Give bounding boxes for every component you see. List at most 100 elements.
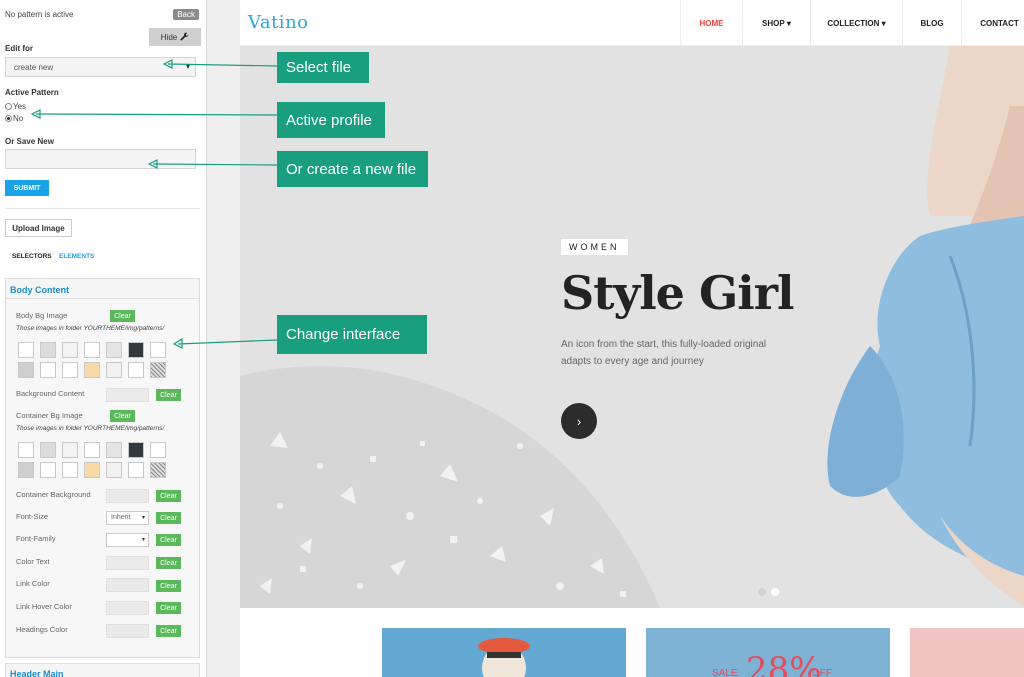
back-button[interactable]: Back <box>173 9 199 20</box>
pattern-swatch[interactable] <box>84 442 100 458</box>
pattern-swatch[interactable] <box>62 442 78 458</box>
site-header: Vatino HOME SHOP ▾ COLLECTION ▾ BLOG CON… <box>240 0 1024 46</box>
hero-category-tag: WOMEN <box>561 239 628 255</box>
font-size-select[interactable]: Inherit ▾ <box>106 511 149 525</box>
pattern-swatch[interactable] <box>40 342 56 358</box>
hero-description: An icon from the start, this fully-loade… <box>561 339 767 367</box>
customizer-panel: No pattern is active Back Hide Edit for … <box>0 0 207 677</box>
save-new-label: Or Save New <box>5 137 54 146</box>
radio-yes[interactable]: Yes <box>5 102 26 111</box>
site-logo[interactable]: Vatino <box>248 12 309 33</box>
pattern-swatch[interactable] <box>150 362 166 378</box>
nav-collection[interactable]: COLLECTION ▾ <box>810 0 902 46</box>
pattern-swatch[interactable] <box>40 462 56 478</box>
color-text-label: Color Text <box>16 557 50 566</box>
promo-card-2[interactable]: SALE 28% OFF <box>646 628 890 677</box>
headings-color-label: Headings Color <box>16 625 68 634</box>
clear-headings-color-button[interactable]: Clear <box>156 625 181 637</box>
promo-card-1[interactable] <box>382 628 626 677</box>
clear-container-bg-button[interactable]: Clear <box>110 410 135 422</box>
clear-bg-content-button[interactable]: Clear <box>156 389 181 401</box>
pattern-swatch[interactable] <box>106 362 122 378</box>
font-size-value: Inherit <box>111 514 131 521</box>
pattern-swatch[interactable] <box>40 362 56 378</box>
clear-body-bg-button[interactable]: Clear <box>110 310 135 322</box>
pattern-swatch[interactable] <box>128 342 144 358</box>
radio-yes-circle[interactable] <box>5 103 12 110</box>
container-background-field[interactable] <box>106 489 149 503</box>
pattern-swatch[interactable] <box>128 462 144 478</box>
save-new-input[interactable] <box>5 149 196 169</box>
chevron-right-icon: › <box>576 413 582 429</box>
header-main-title: Header Main <box>10 669 64 677</box>
container-background-label: Container Background <box>16 490 91 499</box>
clear-font-family-button[interactable]: Clear <box>156 534 181 546</box>
clear-container-background-button[interactable]: Clear <box>156 490 181 502</box>
pattern-swatch[interactable] <box>106 442 122 458</box>
callout-change-interface: Change interface <box>277 315 427 354</box>
pattern-swatch[interactable] <box>62 342 78 358</box>
headings-color-field[interactable] <box>106 624 149 638</box>
caret-down-icon: ▾ <box>784 18 791 28</box>
slider-dot-active[interactable] <box>771 588 779 596</box>
pattern-swatch[interactable] <box>84 342 100 358</box>
link-hover-color-field[interactable] <box>106 601 149 615</box>
nav-contact[interactable]: CONTACT <box>961 0 1024 46</box>
upload-image-button[interactable]: Upload Image <box>5 219 72 237</box>
clear-link-color-button[interactable]: Clear <box>156 580 181 592</box>
pattern-swatch[interactable] <box>84 362 100 378</box>
promo-card-3[interactable] <box>910 628 1024 677</box>
submit-button[interactable]: SUBMIT <box>5 180 49 196</box>
font-family-label: Font-Family <box>16 534 56 543</box>
pattern-swatch[interactable] <box>150 342 166 358</box>
nav-blog[interactable]: BLOG <box>902 0 961 46</box>
pattern-swatch[interactable] <box>128 442 144 458</box>
tab-selectors[interactable]: SELECTORS <box>12 253 52 260</box>
container-patterns-note: Those images in folder YOURTHEME/img/pat… <box>16 425 165 432</box>
link-hover-color-label: Link Hover Color <box>16 602 72 611</box>
link-color-label: Link Color <box>16 579 50 588</box>
pattern-swatch[interactable] <box>18 342 34 358</box>
pattern-swatch[interactable] <box>128 362 144 378</box>
hero-next-button[interactable]: › <box>561 403 597 439</box>
radio-yes-label: Yes <box>13 102 27 111</box>
pattern-swatch[interactable] <box>84 462 100 478</box>
tab-elements[interactable]: ELEMENTS <box>59 253 94 260</box>
font-family-select[interactable]: ▾ <box>106 533 149 547</box>
pattern-swatch[interactable] <box>18 362 34 378</box>
pattern-swatch[interactable] <box>106 462 122 478</box>
clear-font-size-button[interactable]: Clear <box>156 512 181 524</box>
pattern-swatch[interactable] <box>18 442 34 458</box>
pattern-swatch[interactable] <box>18 462 34 478</box>
caret-down-icon: ▾ <box>141 537 145 543</box>
pattern-status: No pattern is active <box>5 10 74 19</box>
body-content-title: Body Content <box>10 285 69 295</box>
pattern-swatch[interactable] <box>150 462 166 478</box>
patterns-note: Those images in folder YOURTHEME/img/pat… <box>16 325 165 332</box>
radio-no-circle[interactable] <box>5 115 12 122</box>
pattern-swatch[interactable] <box>62 362 78 378</box>
promo-cards: SALE 28% OFF <box>240 608 1024 677</box>
clear-link-hover-button[interactable]: Clear <box>156 602 181 614</box>
pattern-swatch[interactable] <box>150 442 166 458</box>
hide-button[interactable]: Hide <box>149 28 201 46</box>
wrench-icon <box>180 31 189 43</box>
pattern-swatch[interactable] <box>106 342 122 358</box>
slider-dot[interactable] <box>758 588 766 596</box>
color-text-field[interactable] <box>106 556 149 570</box>
edit-for-label: Edit for <box>5 44 33 53</box>
pattern-swatch[interactable] <box>40 442 56 458</box>
radio-no[interactable]: No <box>5 114 23 123</box>
hide-label: Hide <box>160 32 178 42</box>
callout-active-profile: Active profile <box>277 102 385 138</box>
screenshot: No pattern is active Back Hide Edit for … <box>0 0 1024 677</box>
nav-home[interactable]: HOME <box>680 0 742 46</box>
link-color-field[interactable] <box>106 578 149 592</box>
caret-down-icon: ▾ <box>185 62 190 71</box>
nav-shop[interactable]: SHOP ▾ <box>742 0 810 46</box>
header-main-section[interactable]: Header Main <box>5 663 200 677</box>
pattern-swatch[interactable] <box>62 462 78 478</box>
edit-for-select[interactable]: create new ▾ <box>5 57 196 77</box>
background-content-field[interactable] <box>106 388 149 402</box>
clear-color-text-button[interactable]: Clear <box>156 557 181 569</box>
